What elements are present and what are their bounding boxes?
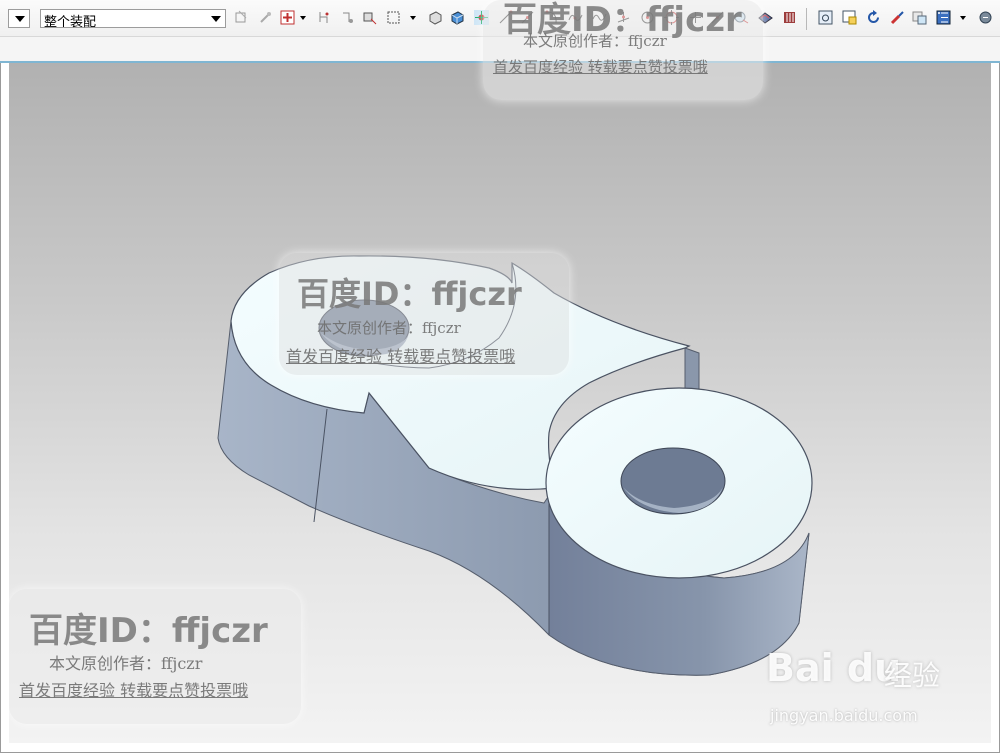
watermark-author: 本文原创作者：ffjczr [317, 319, 461, 337]
chevron-down-icon [211, 16, 221, 22]
select-box-icon[interactable] [362, 10, 377, 25]
brush-icon[interactable] [890, 10, 905, 25]
watermark-author: 本文原创作者：ffjczr [49, 654, 203, 673]
watermark-id: 百度ID：ffjczr [29, 611, 268, 651]
window-icon[interactable] [842, 10, 857, 25]
rotate-icon[interactable] [866, 10, 881, 25]
cube-shaded-icon[interactable] [428, 10, 443, 25]
window-icon[interactable] [818, 10, 833, 25]
watermark-id: 百度ID：ffjczr [297, 275, 522, 313]
snap-point-icon[interactable] [280, 10, 295, 25]
baidu-jingyan-text: 经验 [884, 659, 941, 692]
chevron-down-icon [15, 16, 25, 22]
baidu-jingyan-logo: Bai du 经验 jingyan.baidu.com [766, 640, 956, 732]
view-triad-icon[interactable] [450, 10, 465, 25]
view-triad-icon[interactable] [782, 10, 797, 25]
selection-filter-dropdown[interactable] [8, 9, 30, 28]
assembly-scope-dropdown[interactable]: 整个装配 [40, 9, 226, 30]
shading-icon[interactable] [912, 10, 927, 25]
watermark-note: 首发百度经验 转载要点赞投票哦 [493, 58, 708, 76]
view-icon[interactable] [386, 10, 401, 25]
watermark-author: 本文原创作者：ffjczr [523, 32, 667, 50]
chevron-down-icon[interactable] [300, 16, 306, 20]
watermark-note: 首发百度经验 转载要点赞投票哦 [286, 347, 516, 366]
watermark-top: 百度ID：ffjczr 本文原创作者：ffjczr 首发百度经验 转载要点赞投票… [483, 0, 763, 102]
dim-icon[interactable] [234, 10, 249, 25]
component-icon[interactable] [340, 10, 355, 25]
watermark-center: 百度ID：ffjczr 本文原创作者：ffjczr 首发百度经验 转载要点赞投票… [279, 253, 569, 378]
chevron-down-icon[interactable] [410, 16, 416, 20]
watermark-note: 首发百度经验 转载要点赞投票哦 [19, 681, 249, 700]
drag-icon[interactable] [316, 10, 331, 25]
grid-icon[interactable] [936, 10, 951, 25]
more-icon[interactable] [978, 10, 993, 25]
watermark-bottom-left: 百度ID：ffjczr 本文原创作者：ffjczr 首发百度经验 转载要点赞投票… [9, 589, 304, 729]
assembly-scope-value: 整个装配 [44, 15, 97, 30]
baidu-url: jingyan.baidu.com [770, 706, 918, 725]
chevron-down-icon[interactable] [960, 16, 966, 20]
baidu-brand: Bai du [766, 646, 902, 690]
edit-icon[interactable] [258, 10, 273, 25]
toolbar-separator [806, 8, 807, 30]
